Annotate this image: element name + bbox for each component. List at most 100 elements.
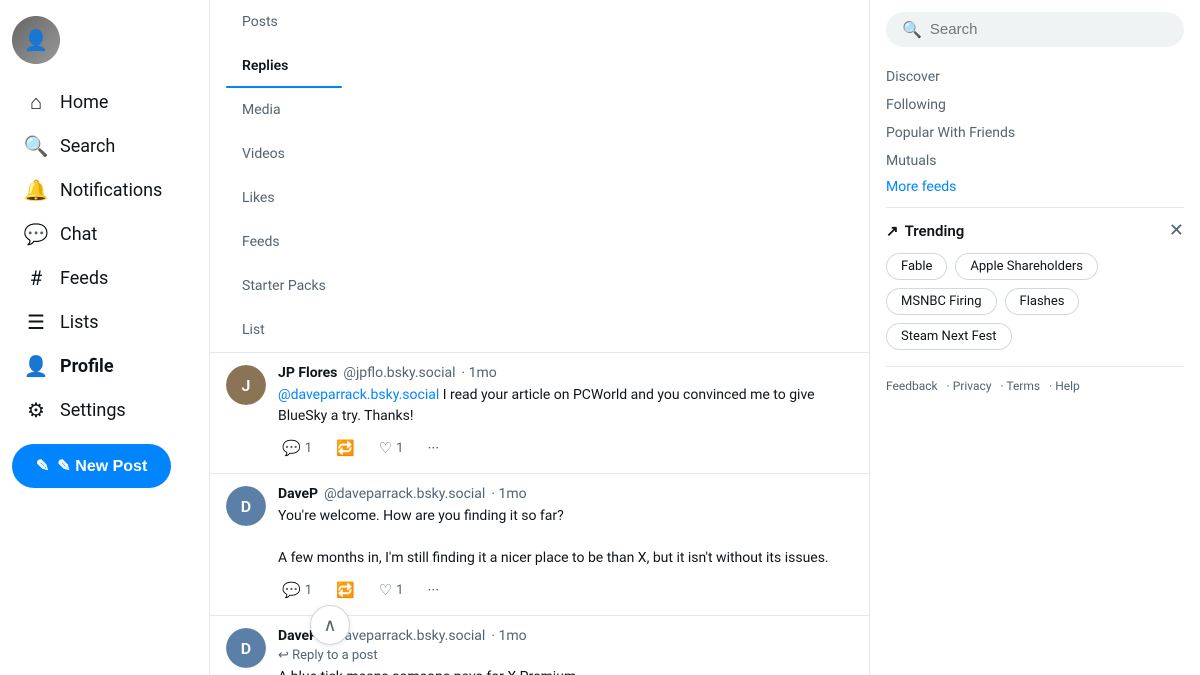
tab-list[interactable]: List xyxy=(226,308,342,352)
avatar-image: J xyxy=(226,365,266,405)
sidebar-label-notifications: Notifications xyxy=(60,180,162,201)
post-header: JP Flores @jpflo.bsky.social · 1mo xyxy=(278,365,853,381)
notifications-icon: 🔔 xyxy=(24,178,48,202)
tab-replies[interactable]: Replies xyxy=(226,44,342,88)
repost-button[interactable]: 🔁 xyxy=(332,435,359,461)
home-icon: ⌂ xyxy=(24,90,48,114)
feed-link-following[interactable]: Following xyxy=(886,91,1184,119)
sidebar-label-feeds: Feeds xyxy=(60,268,108,289)
post-time: · 1mo xyxy=(491,486,526,502)
sidebar-item-chat[interactable]: 💬 Chat xyxy=(12,212,197,256)
like-icon: ♡ xyxy=(379,439,392,457)
footer-link-terms[interactable]: Terms xyxy=(1006,379,1040,393)
more-icon: ··· xyxy=(427,581,439,599)
footer-link-privacy[interactable]: Privacy xyxy=(953,379,992,393)
post-content: DaveP @daveparrack.bsky.social · 1mo ↩ R… xyxy=(278,628,853,675)
post-name: JP Flores xyxy=(278,365,337,381)
sidebar-item-notifications[interactable]: 🔔 Notifications xyxy=(12,168,197,212)
like-icon: ♡ xyxy=(379,581,392,599)
footer-link-feedback[interactable]: Feedback xyxy=(886,379,938,393)
feed-link-mutuals[interactable]: Mutuals xyxy=(886,147,1184,175)
like-button[interactable]: ♡1 xyxy=(375,435,408,461)
footer-links: Feedback · Privacy · Terms · Help xyxy=(886,366,1184,393)
search-bar[interactable]: 🔍 xyxy=(886,12,1184,47)
sidebar-label-profile: Profile xyxy=(60,356,114,377)
avatar-image: D xyxy=(226,486,266,526)
scroll-top-button[interactable]: ∧ xyxy=(310,605,350,645)
feed-links-section: DiscoverFollowingPopular With FriendsMut… xyxy=(886,63,1184,199)
reply-button[interactable]: 💬1 xyxy=(278,435,316,461)
post-content: JP Flores @jpflo.bsky.social · 1mo @dave… xyxy=(278,365,853,461)
trending-header: ↗ Trending ✕ xyxy=(886,220,1184,241)
trending-icon: ↗ xyxy=(886,222,899,240)
trending-tag-steam-next-fest[interactable]: Steam Next Fest xyxy=(886,323,1012,350)
sidebar-label-home: Home xyxy=(60,92,108,113)
avatar-image: D xyxy=(226,628,266,668)
post-text: You're welcome. How are you finding it s… xyxy=(278,506,853,569)
settings-icon: ⚙ xyxy=(24,398,48,422)
tab-starter_packs[interactable]: Starter Packs xyxy=(226,264,342,308)
tab-feeds[interactable]: Feeds xyxy=(226,220,342,264)
post-name: DaveP xyxy=(278,486,318,502)
tab-videos[interactable]: Videos xyxy=(226,132,342,176)
sidebar-item-lists[interactable]: ☰ Lists xyxy=(12,300,197,344)
more-button[interactable]: ··· xyxy=(423,577,443,603)
trending-tag-flashes[interactable]: Flashes xyxy=(1005,288,1080,315)
sidebar-item-feeds[interactable]: # Feeds xyxy=(12,256,197,300)
post-header: DaveP @daveparrack.bsky.social · 1mo xyxy=(278,486,853,502)
post-actions: 💬1 🔁 ♡1 ··· xyxy=(278,435,853,461)
repost-button[interactable]: 🔁 xyxy=(332,577,359,603)
search-input[interactable] xyxy=(930,21,1168,38)
post-mention-link[interactable]: @daveparrack.bsky.social xyxy=(278,387,439,403)
trending-tag-fable[interactable]: Fable xyxy=(886,253,947,280)
like-button[interactable]: ♡1 xyxy=(375,577,408,603)
post-time: · 1mo xyxy=(462,365,497,381)
post-header: DaveP @daveparrack.bsky.social · 1mo xyxy=(278,628,853,644)
search-icon: 🔍 xyxy=(24,134,48,158)
post-avatar: J xyxy=(226,365,266,405)
right-sidebar: 🔍 DiscoverFollowingPopular With FriendsM… xyxy=(870,0,1200,675)
avatar-image: 👤 xyxy=(12,16,60,64)
tab-posts[interactable]: Posts xyxy=(226,0,342,44)
post-avatar: D xyxy=(226,628,266,668)
sidebar-label-chat: Chat xyxy=(60,224,97,245)
more-button[interactable]: ··· xyxy=(423,435,443,461)
feed-link-popular-with-friends[interactable]: Popular With Friends xyxy=(886,119,1184,147)
feed-link-discover[interactable]: Discover xyxy=(886,63,1184,91)
post-feed: J JP Flores @jpflo.bsky.social · 1mo @da… xyxy=(210,353,869,675)
sidebar-item-search[interactable]: 🔍 Search xyxy=(12,124,197,168)
reply-icon: 💬 xyxy=(282,581,301,599)
repost-icon: 🔁 xyxy=(336,439,355,457)
tab-likes[interactable]: Likes xyxy=(226,176,342,220)
profile-icon: 👤 xyxy=(24,354,48,378)
reply-icon: 💬 xyxy=(282,439,301,457)
more-feeds-link[interactable]: More feeds xyxy=(886,175,1184,199)
post-actions: 💬1 🔁 ♡1 ··· xyxy=(278,577,853,603)
sidebar-label-lists: Lists xyxy=(60,312,99,333)
new-post-label: ✎ New Post xyxy=(57,456,147,476)
sidebar-item-profile[interactable]: 👤 Profile xyxy=(12,344,197,388)
user-avatar[interactable]: 👤 xyxy=(12,16,60,64)
trending-tags: Fable Apple Shareholders MSNBC Firing Flash… xyxy=(886,253,1184,350)
post-item: D DaveP @daveparrack.bsky.social · 1mo Y… xyxy=(210,474,869,616)
trending-tag-apple-shareholders[interactable]: Apple Shareholders xyxy=(955,253,1098,280)
main-content: PostsRepliesMediaVideosLikesFeedsStarter… xyxy=(210,0,870,675)
sidebar-label-search: Search xyxy=(60,136,115,157)
profile-tabs: PostsRepliesMediaVideosLikesFeedsStarter… xyxy=(210,0,869,353)
trending-section: ↗ Trending ✕ Fable Apple Shareholders MSNB… xyxy=(886,207,1184,350)
sidebar-label-settings: Settings xyxy=(60,400,126,421)
post-avatar: D xyxy=(226,486,266,526)
sidebar-item-settings[interactable]: ⚙ Settings xyxy=(12,388,197,432)
new-post-button[interactable]: ✎ ✎ New Post xyxy=(12,444,171,488)
feeds-icon: # xyxy=(24,266,48,290)
post-time: · 1mo xyxy=(491,628,526,644)
footer-link-help[interactable]: Help xyxy=(1055,379,1080,393)
tab-media[interactable]: Media xyxy=(226,88,342,132)
post-content: DaveP @daveparrack.bsky.social · 1mo You… xyxy=(278,486,853,603)
trending-close-button[interactable]: ✕ xyxy=(1169,220,1184,241)
post-item: J JP Flores @jpflo.bsky.social · 1mo @da… xyxy=(210,353,869,474)
search-icon: 🔍 xyxy=(902,20,922,39)
trending-tag-msnbc-firing[interactable]: MSNBC Firing xyxy=(886,288,997,315)
sidebar-item-home[interactable]: ⌂ Home xyxy=(12,80,197,124)
reply-button[interactable]: 💬1 xyxy=(278,577,316,603)
